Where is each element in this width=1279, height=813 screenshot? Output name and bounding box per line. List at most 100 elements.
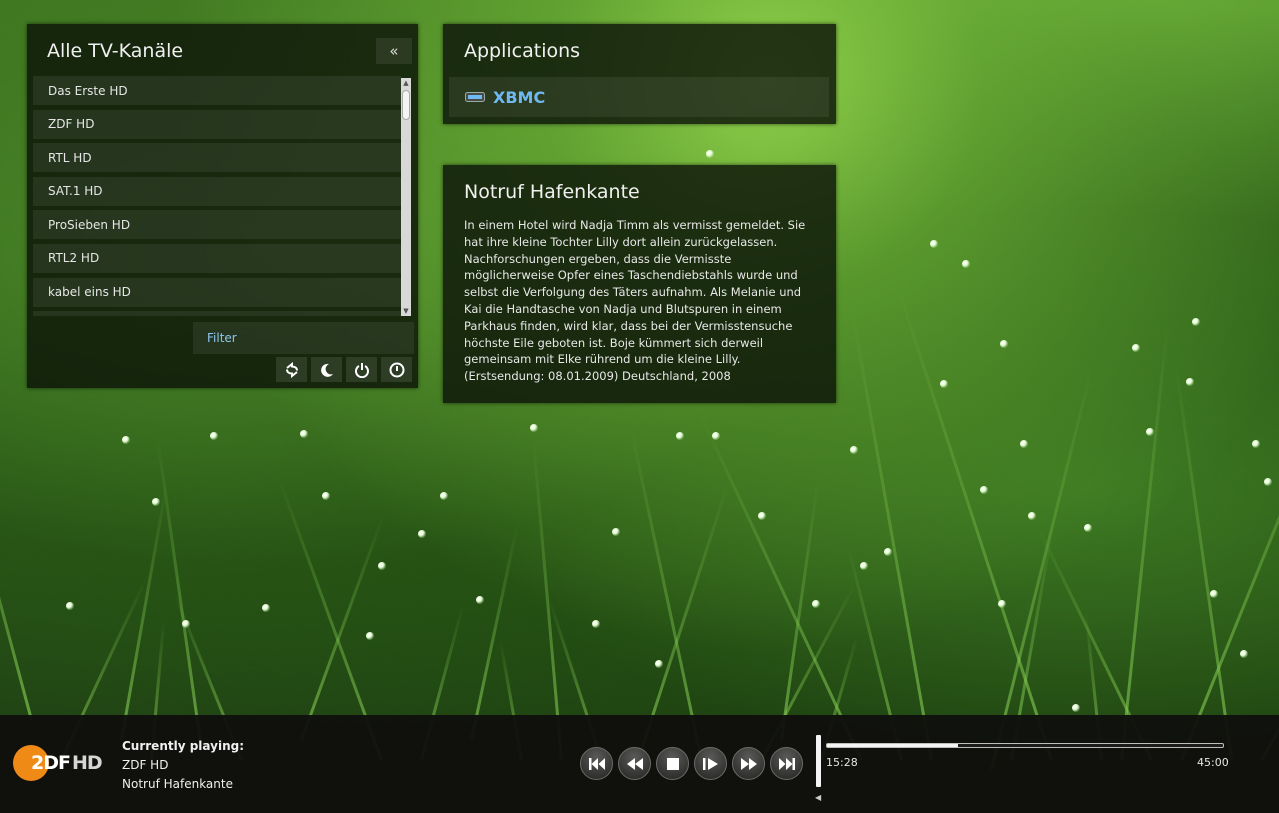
dew-drop xyxy=(262,604,270,612)
stop-button[interactable] xyxy=(656,747,689,780)
dew-drop xyxy=(850,446,858,454)
scroll-thumb[interactable] xyxy=(402,90,410,120)
dew-drop xyxy=(1192,318,1200,326)
dew-drop xyxy=(182,620,190,628)
fast-forward-icon xyxy=(740,757,757,770)
channel-item[interactable]: Das Erste HD xyxy=(33,76,401,105)
app-item-xbmc[interactable]: XBMC xyxy=(449,77,829,117)
time-total: 45:00 xyxy=(1197,756,1229,769)
power-icon xyxy=(389,362,404,377)
dew-drop xyxy=(712,432,720,440)
logo-main: 2DF xyxy=(31,752,71,774)
channel-scrollbar[interactable]: ▲ ▼ xyxy=(401,78,411,316)
dew-drop xyxy=(530,424,538,432)
grass-blade xyxy=(850,306,933,761)
sync-icon xyxy=(285,361,298,378)
dew-drop xyxy=(210,432,218,440)
dew-drop xyxy=(1264,478,1272,486)
program-title: Notruf Hafenkante xyxy=(464,181,640,203)
now-playing-label: Currently playing: xyxy=(122,739,245,753)
collapse-button[interactable]: « xyxy=(376,38,412,64)
power-toolbar xyxy=(276,357,412,382)
scroll-up-icon[interactable]: ▲ xyxy=(401,78,411,88)
dew-drop xyxy=(300,430,308,438)
grass-blade xyxy=(0,429,33,721)
xbmc-logo-icon xyxy=(465,92,485,102)
scroll-down-icon[interactable]: ▼ xyxy=(401,306,411,316)
dew-drop xyxy=(612,528,620,536)
step-play-button[interactable] xyxy=(694,747,727,780)
channel-item[interactable]: SAT.1 HD xyxy=(33,176,401,206)
now-playing-show: Notruf Hafenkante xyxy=(122,777,233,791)
channel-item[interactable]: kabel eins HD xyxy=(33,277,401,307)
dew-drop xyxy=(66,602,74,610)
playback-controls xyxy=(580,747,803,780)
dew-drop xyxy=(1020,440,1028,448)
dew-drop xyxy=(1146,428,1154,436)
shutdown-button[interactable] xyxy=(346,357,377,382)
volume-slider[interactable] xyxy=(816,735,821,787)
power-button[interactable] xyxy=(381,357,412,382)
channel-item[interactable]: RTL2 HD xyxy=(33,243,401,273)
dew-drop xyxy=(1186,378,1194,386)
dew-drop xyxy=(998,600,1006,608)
program-description: In einem Hotel wird Nadja Timm als vermi… xyxy=(464,218,806,384)
dew-drop xyxy=(440,492,448,500)
dew-drop xyxy=(152,498,160,506)
now-playing-channel: ZDF HD xyxy=(122,758,169,772)
grass-blade xyxy=(640,483,730,751)
rewind-icon xyxy=(626,757,643,770)
progress-bar[interactable] xyxy=(826,743,1224,748)
grass-blade xyxy=(120,483,169,741)
dew-drop xyxy=(1072,704,1080,712)
fast-forward-button[interactable] xyxy=(732,747,765,780)
sleep-icon xyxy=(320,363,333,377)
sync-button[interactable] xyxy=(276,357,307,382)
dew-drop xyxy=(655,660,663,668)
channel-item[interactable]: ZDF HD xyxy=(33,109,401,139)
dew-drop xyxy=(758,512,766,520)
channel-item-partial[interactable] xyxy=(33,311,401,316)
dew-drop xyxy=(676,432,684,440)
skip-forward-button[interactable] xyxy=(770,747,803,780)
dew-drop xyxy=(476,596,484,604)
step-play-icon xyxy=(702,757,718,770)
dew-drop xyxy=(706,150,714,158)
channels-panel-title: Alle TV-Kanäle xyxy=(47,40,184,62)
applications-panel: Applications XBMC xyxy=(443,24,836,124)
dew-drop xyxy=(122,436,130,444)
dew-drop xyxy=(378,562,386,570)
dew-drop xyxy=(962,260,970,268)
player-bar: 2DF HD Currently playing: ZDF HD Notruf H… xyxy=(0,715,1279,813)
rewind-button[interactable] xyxy=(618,747,651,780)
dew-drop xyxy=(322,492,330,500)
applications-panel-title: Applications xyxy=(464,40,581,62)
dew-drop xyxy=(1210,590,1218,598)
program-info-panel: Notruf Hafenkante In einem Hotel wird Na… xyxy=(443,165,836,403)
skip-back-button[interactable] xyxy=(580,747,613,780)
channel-item[interactable]: RTL HD xyxy=(33,143,401,173)
dew-drop xyxy=(930,240,938,248)
stop-icon xyxy=(666,757,679,770)
grass-blade xyxy=(300,513,385,741)
filter-input[interactable]: Filter xyxy=(193,322,414,354)
channels-panel: Alle TV-Kanäle « Das Erste HD ZDF HD RTL… xyxy=(27,24,418,388)
sleep-button[interactable] xyxy=(311,357,342,382)
dew-drop xyxy=(812,600,820,608)
dew-drop xyxy=(1240,650,1248,658)
dew-drop xyxy=(860,562,868,570)
grass-blade xyxy=(1120,322,1169,761)
dew-drop xyxy=(884,548,892,556)
dew-drop xyxy=(980,486,988,494)
volume-icon: ◀ xyxy=(815,793,822,802)
shutdown-icon xyxy=(354,362,369,378)
logo-hd: HD xyxy=(71,752,103,774)
dew-drop xyxy=(366,632,374,640)
dew-drop xyxy=(1084,524,1092,532)
channel-item[interactable]: ProSieben HD xyxy=(33,210,401,240)
now-playing-info: Currently playing: ZDF HD Notruf Hafenka… xyxy=(122,737,244,794)
channel-list: Das Erste HD ZDF HD RTL HD SAT.1 HD ProS… xyxy=(33,76,401,316)
grass-blade xyxy=(155,432,203,751)
app-label: XBMC xyxy=(493,87,546,107)
progress-fill xyxy=(827,744,958,747)
